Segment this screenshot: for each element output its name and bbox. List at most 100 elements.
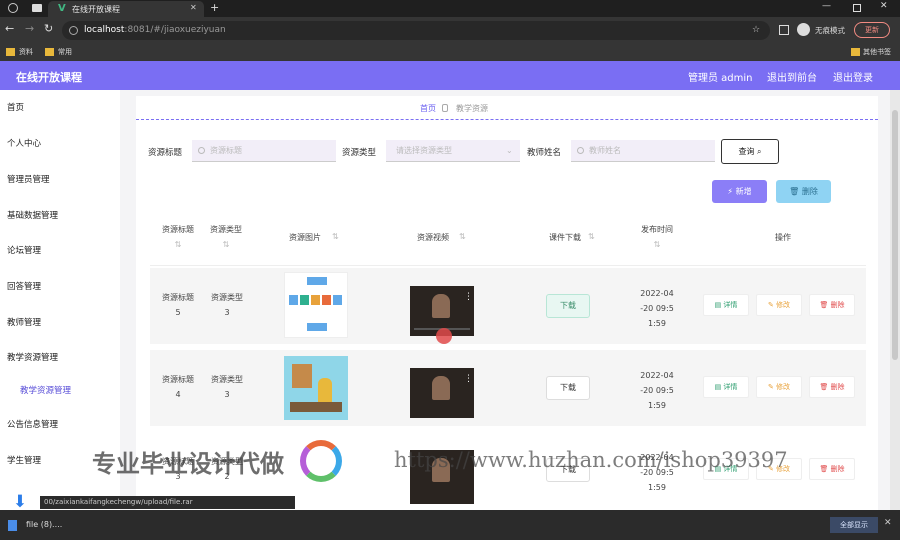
logout-link[interactable]: 退出登录 [833,69,873,84]
downloads-shelf: file (8).... 全部显示 ✕ [0,510,900,540]
batch-delete-button[interactable]: 🗑 删除 [776,180,831,203]
sidebar-item-profile[interactable]: 个人中心 [7,137,41,149]
status-url: 00/zaixiankaifangkechengw/upload/file.ra… [40,496,295,509]
more-vert-icon[interactable]: ⋮ [464,292,473,302]
breadcrumb-home[interactable]: 首页 [420,103,436,114]
delete-label: 删除 [830,465,845,473]
table-header: 资源标题 ⇅ 资源类型 ⇅ 资源图片 ⇅ 资源视频 ⇅ 课件下载 ⇅ 发布时间 … [150,216,866,266]
tab-overview-icon[interactable] [32,4,42,12]
resource-video-thumbnail[interactable]: ⋮ [410,368,474,418]
url-input[interactable]: localhost:8081/#/jiaoxueziyuan ☆ [62,21,770,40]
new-tab-icon[interactable]: + [210,1,219,14]
user-label: 管理员 admin [688,73,753,84]
bookmark-folder-0[interactable]: 资料 [19,47,33,57]
table-row: 资源标题 4 资源类型 3 ⋮ 下载 2022-04 -20 09:5 1:59… [150,350,866,426]
edit-button[interactable]: ✎ 修改 [756,294,802,316]
vue-logo-icon: V [58,3,66,14]
header-publish-time[interactable]: 发布时间 [632,224,682,235]
minimize-icon[interactable]: — [822,1,831,11]
add-button[interactable]: ⚡ 新增 [712,180,767,203]
bookmarks-bar: 资料 常用 其他书签 [0,44,900,61]
forward-icon[interactable]: → [25,22,34,35]
header-resource-video[interactable]: 资源视频 [408,232,458,243]
header-download[interactable]: 课件下载 [540,232,590,243]
type-search-label: 资源类型 [342,148,377,158]
scrollbar-thumb[interactable] [892,110,898,360]
restore-icon[interactable] [853,4,861,12]
more-vert-icon[interactable]: ⋮ [464,374,473,384]
bookmark-star-icon[interactable]: ☆ [752,21,760,40]
detail-button[interactable]: ▤ 详情 [703,294,749,316]
title-search-label: 资源标题 [148,148,183,158]
sort-icon[interactable]: ⇅ [332,232,339,241]
delete-button[interactable]: 🗑 删除 [809,294,855,316]
close-shelf-icon[interactable]: ✕ [884,518,892,528]
update-button[interactable]: 更新 [854,22,890,38]
diagram-block [300,295,309,305]
site-info-icon[interactable] [69,26,78,35]
edit-button[interactable]: ✎ 修改 [756,376,802,398]
sidebar-item-notices[interactable]: 公告信息管理 [7,418,58,430]
type-select[interactable]: 请选择资源类型 ⌄ [386,140,520,162]
batch-delete-label: 删除 [801,187,818,196]
detail-label: 详情 [723,383,738,391]
sidebar-item-answers[interactable]: 回答管理 [7,280,41,292]
file-icon [8,520,17,531]
sort-icon[interactable]: ⇅ [459,232,466,241]
browser-menu-icon[interactable] [8,3,18,13]
download-button[interactable]: 下载 [546,294,590,318]
sidebar-item-forum[interactable]: 论坛管理 [7,244,41,256]
show-all-downloads[interactable]: 全部显示 [830,517,878,533]
tab-close-icon[interactable]: ✕ [190,3,197,12]
header-resource-type[interactable]: 资源类型 [206,224,246,235]
teacher-search-input[interactable]: 教师姓名 [571,140,715,162]
browser-tab[interactable]: V 在线开放课程 ✕ [48,1,204,17]
sidebar-item-teachers[interactable]: 教师管理 [7,316,41,328]
cartoon-board [292,364,312,388]
sidebar-item-students[interactable]: 学生管理 [7,454,41,466]
row-resource-title: 资源标题 4 [162,375,194,399]
download-button[interactable]: 下载 [546,376,590,400]
page-scrollbar[interactable] [890,90,900,510]
reload-icon[interactable]: ↻ [44,22,53,35]
watermark-right: https://www.huzhan.com/ishop39397 [394,448,788,472]
sidebar-item-home[interactable]: 首页 [7,101,24,113]
chevron-down-icon: ⌄ [506,146,513,155]
header-resource-title[interactable]: 资源标题 [158,224,198,235]
row-publish-time: 2022-04 -20 09:5 1:59 [640,371,674,410]
diagram-block [333,295,342,305]
sidebar-subitem-resources[interactable]: 教学资源管理 [20,384,71,396]
delete-button[interactable]: 🗑 删除 [809,458,855,480]
incognito-avatar[interactable] [797,23,810,36]
url-host: localhost [84,25,125,35]
resource-image-diagram[interactable] [284,272,348,338]
sort-icon[interactable]: ⇅ [588,232,595,241]
resource-image-cartoon[interactable] [284,356,348,420]
diagram-block [289,295,298,305]
breadcrumb-current: 教学资源 [456,104,488,113]
sidebar-item-resources[interactable]: 教学资源管理 [7,351,58,363]
back-icon[interactable]: ← [5,22,14,35]
profile-label[interactable]: 无痕模式 [815,25,845,36]
title-search-placeholder: 资源标题 [210,146,242,155]
window-close-icon[interactable]: ✕ [880,1,888,11]
detail-button[interactable]: ▤ 详情 [703,376,749,398]
trash-icon: 🗑 [819,383,831,391]
delete-button[interactable]: 🗑 删除 [809,376,855,398]
sidebar-item-base-data[interactable]: 基础数据管理 [7,209,58,221]
other-bookmarks[interactable]: 其他书签 [863,47,891,57]
header-resource-image[interactable]: 资源图片 [280,232,330,243]
bookmark-folder-1[interactable]: 常用 [58,47,72,57]
title-search-input[interactable]: 资源标题 [192,140,336,162]
url-path: :8081/#/jiaoxueziyuan [124,25,226,35]
sort-icon[interactable]: ⇅ [206,240,246,249]
sidebar-item-admins[interactable]: 管理员管理 [7,173,50,185]
sort-icon[interactable]: ⇅ [632,240,682,249]
query-button[interactable]: 查询 ⌕ [721,139,779,164]
sort-icon[interactable]: ⇅ [158,240,198,249]
folder-icon [45,48,54,56]
side-panel-icon[interactable] [779,25,789,35]
type-select-placeholder: 请选择资源类型 [396,146,452,155]
download-item[interactable]: file (8).... [26,520,62,529]
back-to-front-link[interactable]: 退出到前台 [767,69,817,84]
